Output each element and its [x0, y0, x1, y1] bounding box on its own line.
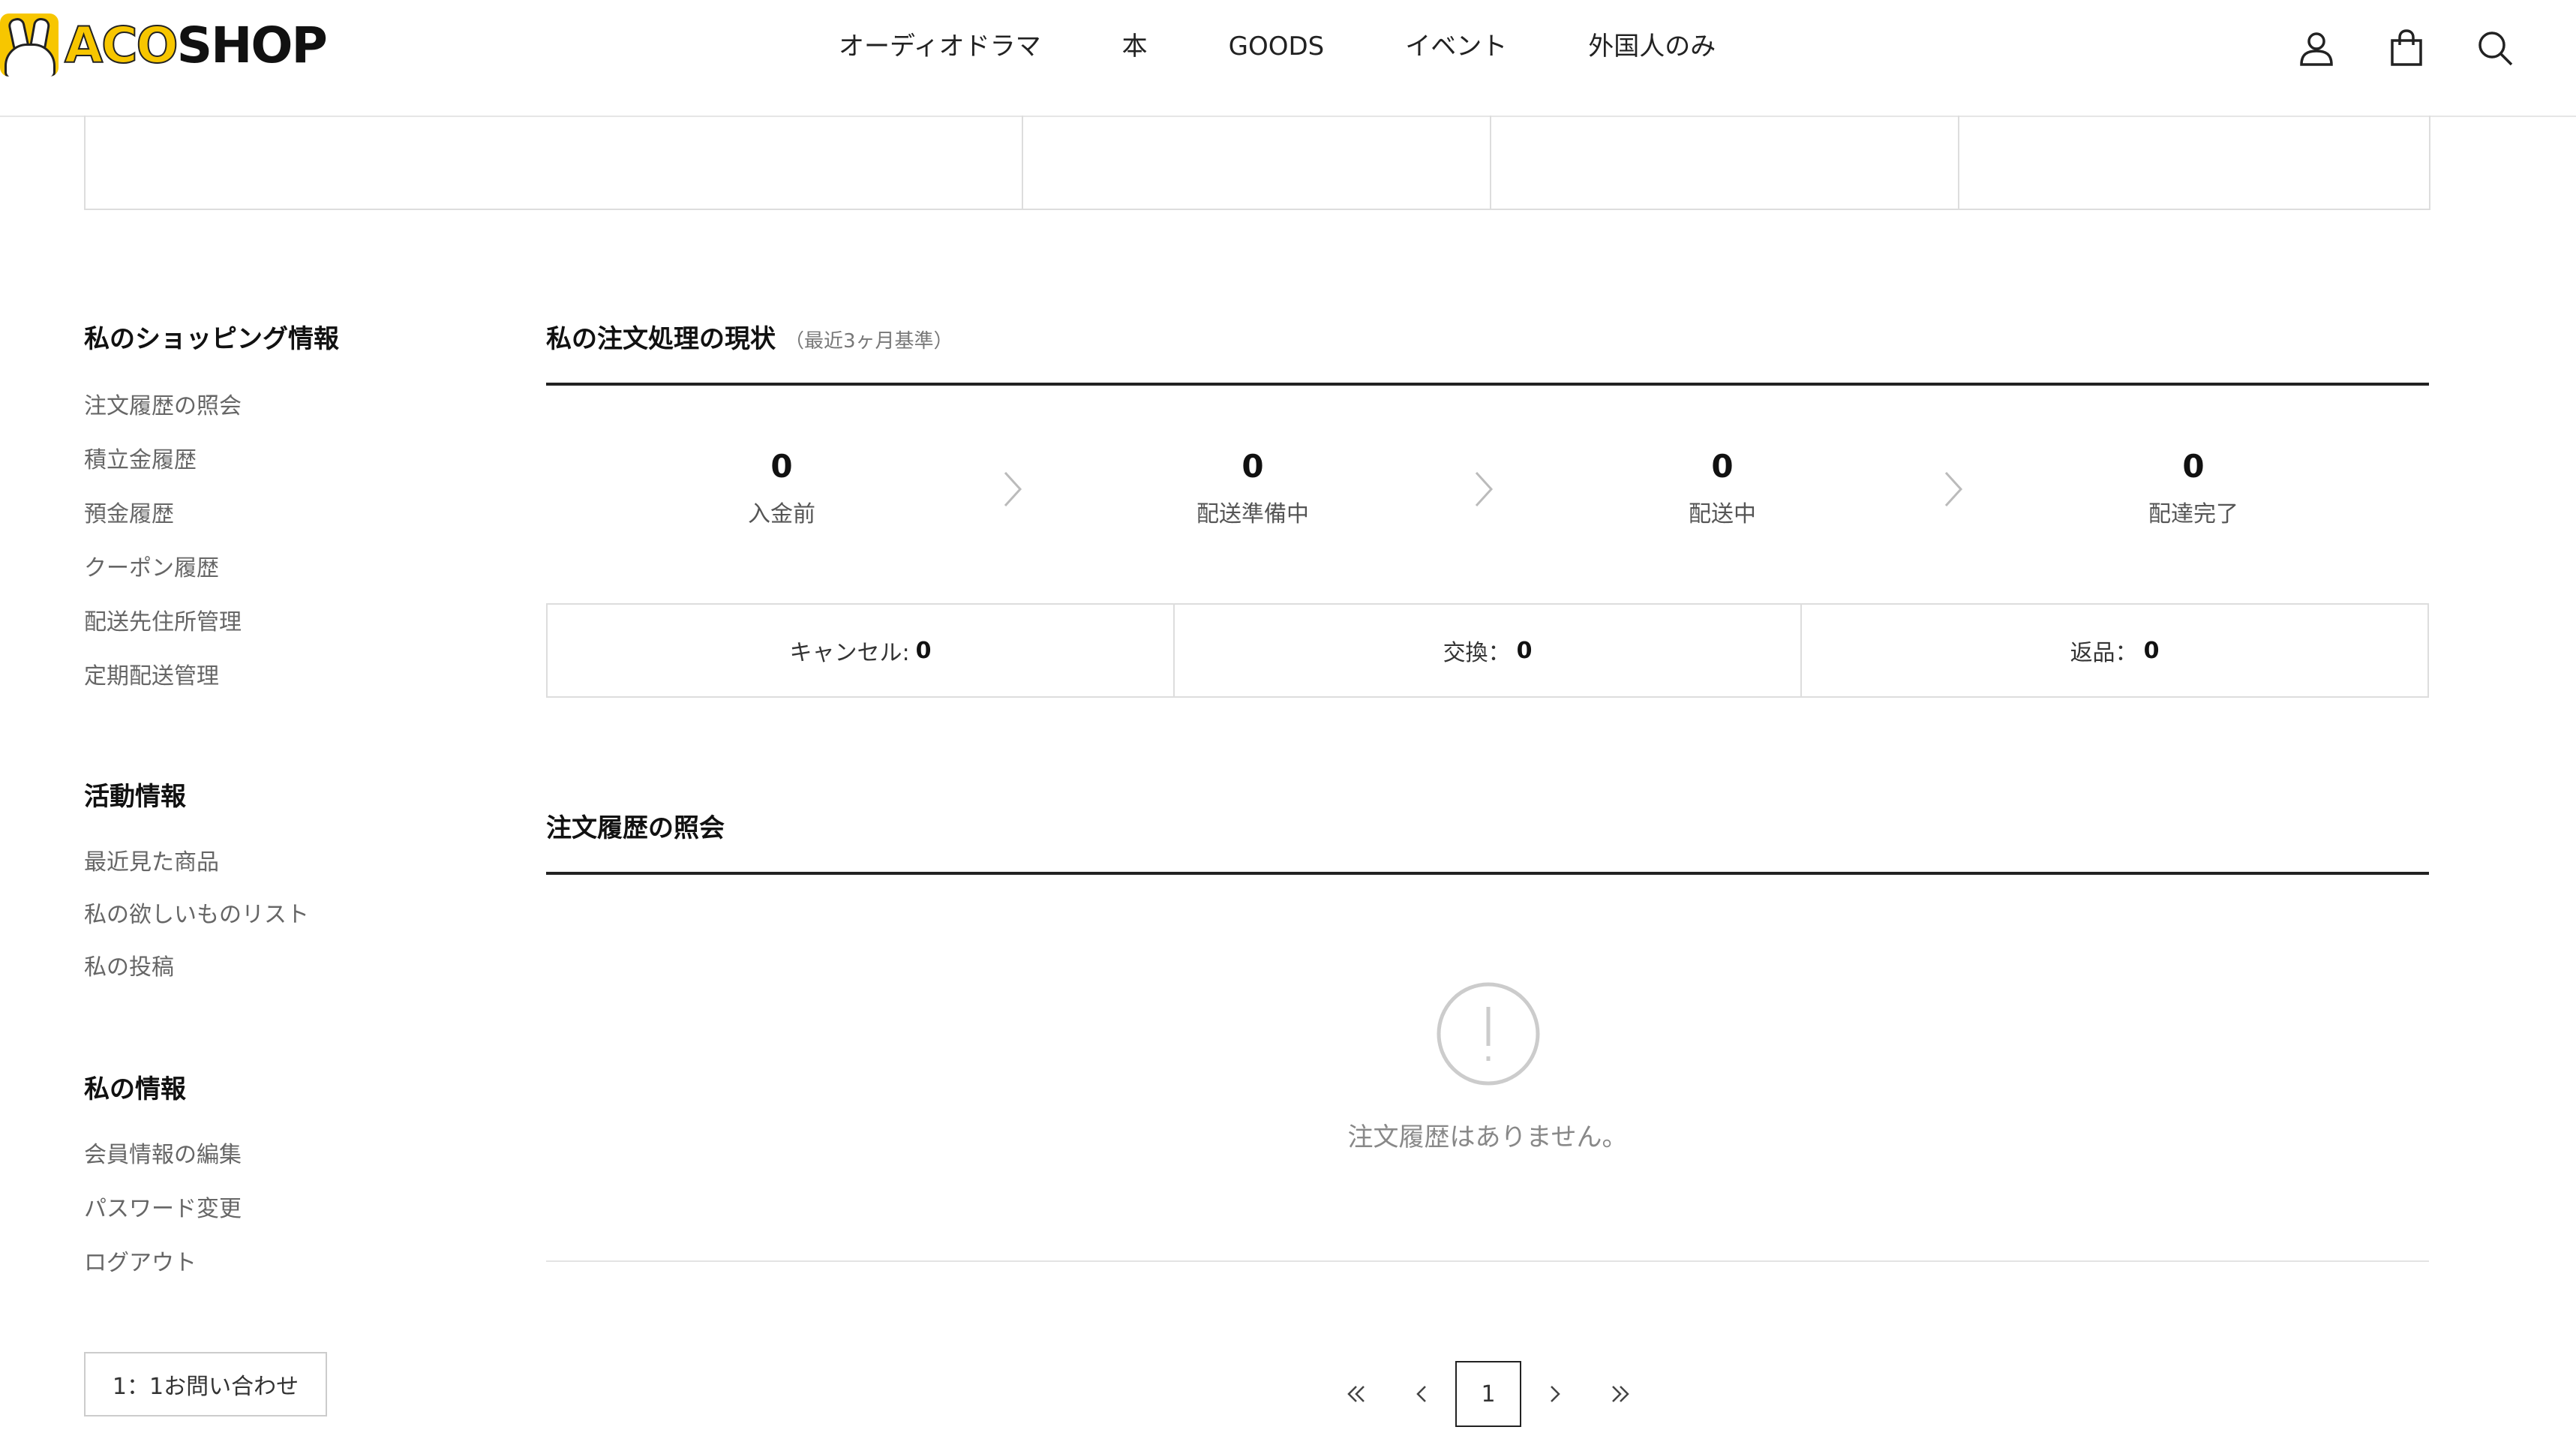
- order-sub-counts: キャンセル: 0 交換： 0 返品： 0: [546, 603, 2429, 698]
- divider: [546, 1260, 2429, 1262]
- section-rule: [546, 872, 2429, 875]
- nav-item-audio-drama[interactable]: オーディオドラマ: [839, 27, 1041, 66]
- status-step-shipping[interactable]: 0 配送中: [1572, 446, 1872, 528]
- logo-wordmark: ACOSHOP: [64, 16, 328, 75]
- table-divider: [1958, 116, 1959, 209]
- sidebar-item-points-history[interactable]: 積立金履歴: [84, 441, 197, 474]
- rabbit-mascot-icon: [0, 14, 59, 77]
- table-divider: [1490, 116, 1491, 209]
- search-icon[interactable]: [2475, 29, 2514, 68]
- status-label: 配送準備中: [1196, 501, 1309, 527]
- exchange-count[interactable]: 交換： 0: [1175, 605, 1802, 696]
- order-history-title: 注文履歴の照会: [546, 813, 725, 843]
- section-rule: [546, 383, 2429, 386]
- sidebar-item-change-password[interactable]: パスワード変更: [84, 1190, 242, 1223]
- shopping-bag-icon[interactable]: [2387, 29, 2426, 68]
- status-label: 配送中: [1689, 501, 1756, 527]
- sidebar-item-order-history[interactable]: 注文履歴の照会: [84, 387, 242, 420]
- chevron-right-icon: [998, 467, 1028, 512]
- nav-item-goods[interactable]: GOODS: [1229, 27, 1325, 66]
- status-step-preparing[interactable]: 0 配送準備中: [1103, 446, 1403, 528]
- status-label: 入金前: [748, 501, 815, 527]
- prev-page-icon[interactable]: [1389, 1361, 1455, 1427]
- order-status-title: 私の注文処理の現状 （最近3ヶ月基準）: [546, 324, 953, 354]
- nav-item-books[interactable]: 本: [1122, 27, 1148, 66]
- table-divider: [1022, 116, 1023, 209]
- sidebar-item-deposit-history[interactable]: 預金履歴: [84, 495, 174, 528]
- order-status-subtitle: （最近3ヶ月基準）: [785, 330, 953, 353]
- sidebar-item-coupon-history[interactable]: クーポン履歴: [84, 549, 219, 582]
- sidebar-group-title: 私のショッピング情報: [84, 324, 339, 354]
- status-count: 0: [1711, 448, 1734, 485]
- status-count: 0: [1241, 448, 1264, 485]
- user-icon[interactable]: [2297, 29, 2336, 68]
- sidebar-group-title: 活動情報: [84, 782, 186, 812]
- status-step-before-payment[interactable]: 0 入金前: [632, 446, 932, 528]
- status-step-delivered[interactable]: 0 配達完了: [2043, 446, 2343, 528]
- contact-inquiry-button[interactable]: 1：1お問い合わせ: [84, 1352, 327, 1416]
- status-count: 0: [770, 448, 793, 485]
- page-number-current[interactable]: 1: [1455, 1361, 1521, 1427]
- first-page-icon[interactable]: [1323, 1361, 1389, 1427]
- exclamation-circle-icon: [1436, 981, 1541, 1086]
- sidebar-item-address-management[interactable]: 配送先住所管理: [84, 603, 242, 636]
- last-page-icon[interactable]: [1587, 1361, 1653, 1427]
- chevron-right-icon: [1938, 467, 1968, 512]
- pagination: 1: [1323, 1361, 1653, 1427]
- sidebar-item-logout[interactable]: ログアウト: [84, 1244, 197, 1277]
- cancel-count[interactable]: キャンセル: 0: [548, 605, 1175, 696]
- sidebar-item-recently-viewed[interactable]: 最近見た商品: [84, 843, 219, 876]
- sidebar-item-subscription[interactable]: 定期配送管理: [84, 657, 219, 690]
- next-page-icon[interactable]: [1521, 1361, 1587, 1427]
- sidebar-item-edit-profile[interactable]: 会員情報の編集: [84, 1136, 242, 1169]
- summary-table-partial: [84, 116, 2430, 210]
- empty-order-message: 注文履歴はありません。: [1347, 1122, 1628, 1152]
- site-logo[interactable]: ACOSHOP: [0, 14, 328, 77]
- sidebar-item-my-posts[interactable]: 私の投稿: [84, 948, 174, 981]
- nav-item-events[interactable]: イベント: [1405, 27, 1507, 66]
- main-nav: オーディオドラマ 本 GOODS イベント 外国人のみ: [839, 27, 1797, 66]
- sidebar-group-title: 私の情報: [84, 1074, 186, 1104]
- chevron-right-icon: [1469, 467, 1499, 512]
- sidebar-item-wishlist[interactable]: 私の欲しいものリスト: [84, 896, 309, 929]
- nav-item-foreigners[interactable]: 外国人のみ: [1588, 27, 1716, 66]
- return-count[interactable]: 返品： 0: [1802, 605, 2427, 696]
- status-label: 配達完了: [2148, 501, 2238, 527]
- status-count: 0: [2182, 448, 2205, 485]
